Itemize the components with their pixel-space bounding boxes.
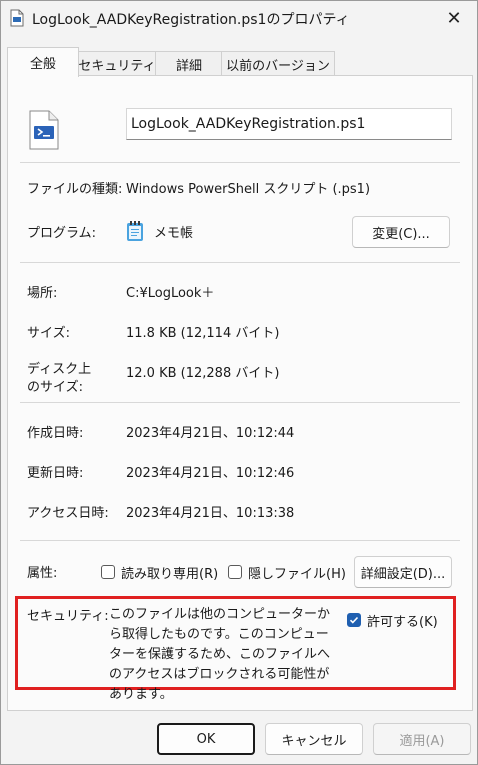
general-panel: LogLook_AADKeyRegistration.ps1 ファイルの種類: …	[7, 75, 473, 711]
unblock-checkbox[interactable]	[347, 613, 361, 627]
tab-general[interactable]: 全般	[7, 47, 79, 77]
unblock-label[interactable]: 許可する(K)	[367, 611, 438, 630]
disk-size-label-line2: のサイズ:	[27, 380, 83, 395]
size-value: 11.8 KB (12,114 バイト)	[126, 326, 280, 341]
file-type-value: Windows PowerShell スクリプト (.ps1)	[126, 182, 371, 197]
ok-button[interactable]: OK	[157, 723, 255, 755]
accessed-value: 2023年4月21日、10:13:38	[126, 506, 295, 521]
modified-label: 更新日時:	[27, 466, 84, 481]
created-label: 作成日時:	[27, 426, 84, 441]
tab-previous-versions[interactable]: 以前のバージョン	[221, 51, 335, 76]
filename-field[interactable]: LogLook_AADKeyRegistration.ps1	[126, 108, 452, 140]
program-label: プログラム:	[27, 226, 96, 241]
divider	[20, 162, 460, 163]
location-label: 場所:	[27, 286, 58, 301]
disk-size-label-line1: ディスク上	[27, 362, 92, 377]
advanced-attributes-button[interactable]: 詳細設定(D)...	[354, 556, 452, 588]
accessed-label: アクセス日時:	[27, 506, 109, 521]
size-label: サイズ:	[27, 326, 70, 341]
apply-button[interactable]: 適用(A)	[373, 723, 471, 755]
close-button[interactable]: ✕	[431, 1, 477, 35]
readonly-checkbox[interactable]	[101, 565, 115, 579]
file-icon	[10, 9, 24, 27]
file-type-label: ファイルの種類:	[27, 182, 123, 197]
readonly-label[interactable]: 読み取り専用(R)	[121, 563, 218, 582]
checkmark-icon	[349, 616, 359, 624]
powershell-file-icon	[29, 110, 59, 150]
modified-value: 2023年4月21日、10:12:46	[126, 466, 295, 481]
title-bar: LogLook_AADKeyRegistration.ps1のプロパティ ✕	[1, 1, 477, 35]
location-value: C:¥LogLook＋	[126, 286, 215, 301]
close-icon: ✕	[446, 7, 462, 29]
program-value: メモ帳	[154, 226, 194, 241]
properties-dialog: LogLook_AADKeyRegistration.ps1のプロパティ ✕ 全…	[0, 0, 478, 765]
hidden-checkbox[interactable]	[228, 565, 242, 579]
window-title: LogLook_AADKeyRegistration.ps1のプロパティ	[32, 12, 350, 28]
tab-details[interactable]: 詳細	[155, 51, 223, 76]
security-warning-text: このファイルは他のコンピューターから取得したものです。このコンピューターを保護す…	[109, 607, 331, 702]
tab-bar: 全般 セキュリティ 詳細 以前のバージョン	[7, 47, 473, 77]
divider	[20, 540, 460, 541]
hidden-label[interactable]: 隠しファイル(H)	[248, 563, 346, 582]
security-label: セキュリティ:	[27, 609, 109, 624]
cancel-button[interactable]: キャンセル	[265, 723, 363, 755]
created-value: 2023年4月21日、10:12:44	[126, 426, 295, 441]
tab-security[interactable]: セキュリティ	[77, 51, 157, 76]
disk-size-value: 12.0 KB (12,288 バイト)	[126, 366, 280, 381]
change-program-button[interactable]: 変更(C)...	[352, 216, 450, 248]
divider	[20, 402, 460, 403]
divider	[20, 262, 460, 263]
security-warning-box: セキュリティ: このファイルは他のコンピューターから取得したものです。このコンピ…	[15, 596, 456, 702]
notepad-icon	[127, 221, 143, 241]
attributes-label: 属性:	[27, 566, 58, 581]
